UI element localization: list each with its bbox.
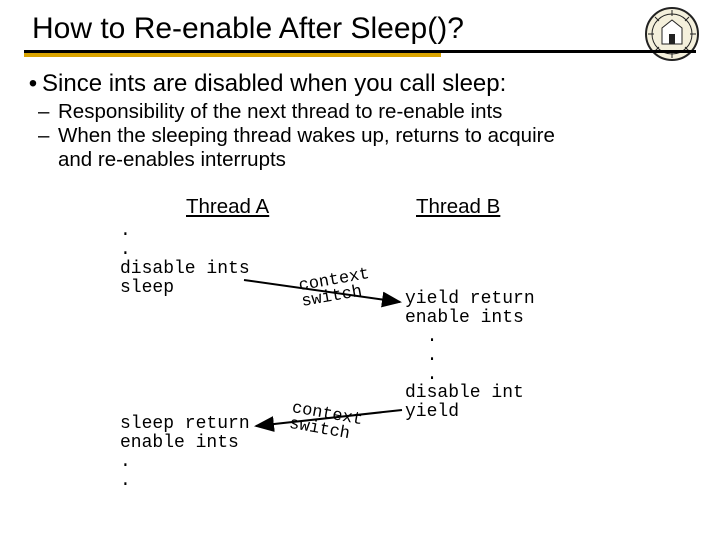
sub-bullet-2-line2: and re-enables interrupts	[58, 148, 286, 171]
sub-bullet-1: –Responsibility of the next thread to re…	[58, 100, 720, 124]
arrow-icon-a-to-b	[240, 272, 410, 312]
sub-bullet-2-line1: When the sleeping thread wakes up, retur…	[58, 124, 555, 147]
sub-bullet-2: –When the sleeping thread wakes up, retu…	[58, 124, 720, 172]
arrow-icon-b-to-a	[250, 402, 410, 442]
bullet-main-text: Since ints are disabled when you call sl…	[42, 70, 506, 97]
slide-title: How to Re-enable After Sleep()?	[0, 0, 720, 50]
col-b-header: Thread B	[416, 195, 500, 219]
bullet-main: •Since ints are disabled when you call s…	[24, 70, 720, 98]
col-a-header: Thread A	[186, 195, 269, 219]
title-divider	[24, 50, 696, 60]
sub-bullet-1-text: Responsibility of the next thread to re-…	[58, 100, 502, 123]
code-thread-a-top: . . disable ints sleep	[120, 222, 250, 298]
code-thread-b: yield return enable ints . . . disable i…	[405, 290, 535, 422]
code-thread-a-bottom: sleep return enable ints . .	[120, 415, 250, 491]
